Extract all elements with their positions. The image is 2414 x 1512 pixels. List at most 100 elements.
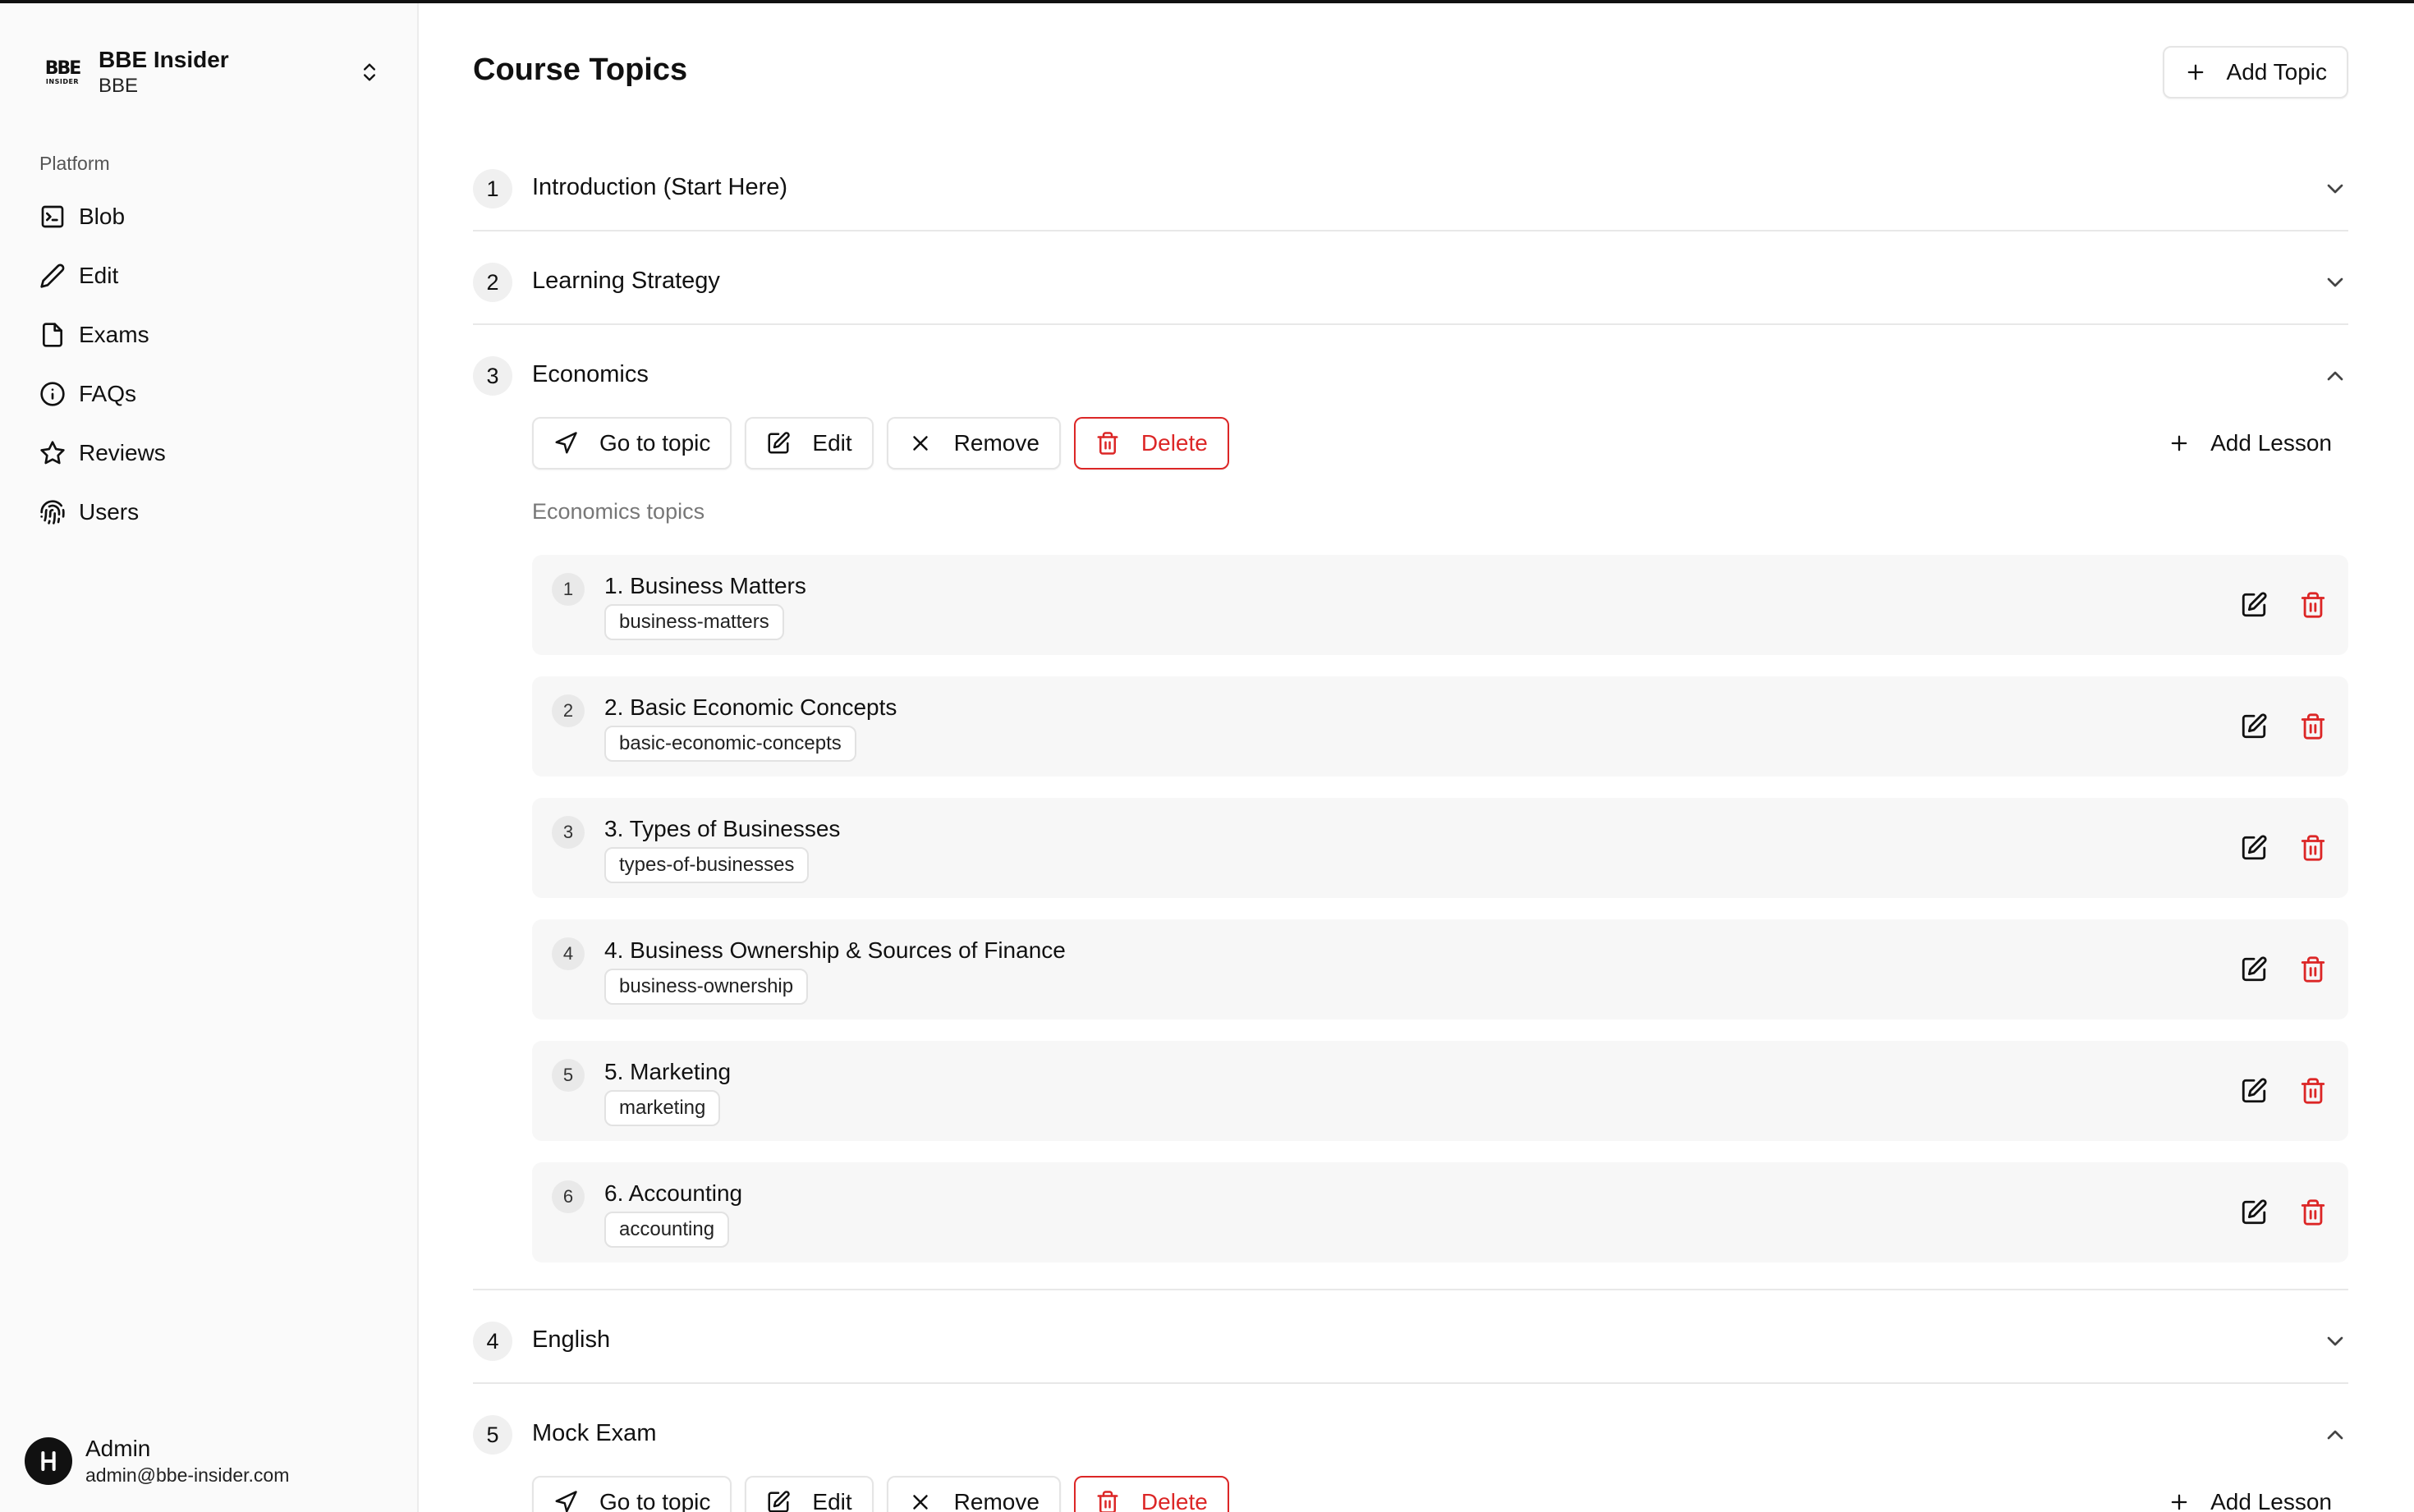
- sidebar-item-label: Exams: [79, 322, 149, 347]
- page-title: Course Topics: [473, 53, 688, 87]
- topic-number: 2: [473, 263, 512, 302]
- add-topic-button[interactable]: Add Topic: [2162, 46, 2348, 99]
- edit-topic-button[interactable]: Edit: [745, 417, 874, 470]
- trash-icon[interactable]: [2299, 955, 2327, 983]
- lesson-slug-badge: business-matters: [604, 604, 784, 640]
- user-menu[interactable]: Admin admin@bbe-insider.com: [25, 1435, 289, 1487]
- lesson-title: 3. Types of Businesses: [604, 816, 841, 841]
- lesson-title: 5. Marketing: [604, 1059, 732, 1084]
- navigation-icon: [555, 432, 577, 454]
- topic-header[interactable]: 1 Introduction (Start Here): [473, 138, 2348, 231]
- lesson-slug-badge: types-of-businesses: [604, 847, 810, 883]
- trash-icon: [1097, 1491, 1118, 1512]
- edit-topic-button[interactable]: Edit: [745, 1476, 874, 1512]
- topic-header[interactable]: 5 Mock Exam: [473, 1384, 2348, 1478]
- remove-topic-button[interactable]: Remove: [886, 1476, 1061, 1512]
- add-lesson-button[interactable]: Add Lesson: [2168, 1476, 2332, 1512]
- lesson-slug-badge: accounting: [604, 1212, 730, 1248]
- topic-item-expanded: 5 Mock Exam Go to topic Edit Remove Dele…: [473, 1384, 2348, 1512]
- sidebar-item-label: Reviews: [79, 440, 166, 465]
- topic-title: Introduction (Start Here): [532, 174, 788, 200]
- topic-number: 1: [473, 169, 512, 208]
- topic-title: English: [532, 1326, 611, 1353]
- topic-actions: Go to topic Edit Remove Delete: [532, 417, 1242, 470]
- trash-icon[interactable]: [2299, 834, 2327, 862]
- user-email: admin@bbe-insider.com: [85, 1464, 290, 1486]
- sidebar-item-faqs[interactable]: FAQs: [26, 364, 392, 424]
- chevron-up-icon[interactable]: [2322, 363, 2348, 389]
- remove-topic-button[interactable]: Remove: [886, 417, 1061, 470]
- chevron-down-icon[interactable]: [2322, 1328, 2348, 1354]
- team-switcher[interactable]: BBE INSIDER BBE Insider BBE: [39, 43, 384, 102]
- topic-item: 2 Learning Strategy: [473, 231, 2348, 325]
- sidebar-item-label: Edit: [79, 263, 119, 288]
- lesson-title: 6. Accounting: [604, 1180, 743, 1206]
- plus-icon: [2171, 1494, 2187, 1510]
- brand-subtitle: BBE: [99, 75, 139, 97]
- topic-item: 1 Introduction (Start Here): [473, 138, 2348, 231]
- fingerprint-icon: [40, 500, 65, 525]
- lesson-number: 5: [552, 1059, 585, 1092]
- go-to-topic-button[interactable]: Go to topic: [532, 1476, 732, 1512]
- lesson-number: 3: [552, 816, 585, 849]
- chevron-down-icon[interactable]: [2322, 176, 2348, 202]
- plus-icon: [2171, 435, 2187, 451]
- topic-item: 4 English: [473, 1290, 2348, 1384]
- lesson-number: 2: [552, 694, 585, 727]
- lesson-row: 6 6. Accounting accounting: [532, 1162, 2348, 1262]
- square-pen-icon[interactable]: [2240, 1077, 2268, 1105]
- sidebar-item-edit[interactable]: Edit: [26, 246, 392, 305]
- square-pen-icon[interactable]: [2240, 1198, 2268, 1226]
- terminal-icon: [41, 205, 64, 228]
- main-content: Course Topics Add Topic 1 Introduction (…: [473, 0, 2348, 1512]
- info-icon: [40, 382, 65, 406]
- topic-item-expanded: 3 Economics Go to topic Edit Remove Dele…: [473, 325, 2348, 1290]
- square-pen-icon[interactable]: [2240, 834, 2268, 862]
- chevrons-up-down-icon[interactable]: [355, 57, 384, 87]
- sidebar-item-label: Blob: [79, 204, 126, 229]
- trash-icon[interactable]: [2299, 1077, 2327, 1105]
- lesson-row: 3 3. Types of Businesses types-of-busine…: [532, 798, 2348, 898]
- square-pen-icon[interactable]: [2240, 712, 2268, 740]
- x-icon: [912, 1495, 928, 1510]
- lesson-title: 2. Basic Economic Concepts: [604, 694, 897, 720]
- x-icon: [912, 436, 928, 451]
- square-pen-icon[interactable]: [2240, 955, 2268, 983]
- add-lesson-button[interactable]: Add Lesson: [2168, 417, 2332, 470]
- delete-topic-button[interactable]: Delete: [1073, 1476, 1229, 1512]
- topic-header[interactable]: 4 English: [473, 1290, 2348, 1384]
- sidebar-item-users[interactable]: Users: [26, 483, 392, 542]
- lesson-slug-badge: marketing: [604, 1090, 721, 1126]
- sidebar-item-blob[interactable]: Blob: [26, 187, 392, 246]
- trash-icon[interactable]: [2299, 1198, 2327, 1226]
- topic-title: Economics: [532, 361, 649, 387]
- square-pen-icon: [768, 432, 791, 454]
- lesson-slug-badge: business-ownership: [604, 969, 809, 1005]
- topic-header[interactable]: 3 Economics: [473, 325, 2348, 419]
- square-pen-icon: [768, 1491, 791, 1512]
- avatar: [25, 1437, 72, 1485]
- lesson-number: 6: [552, 1180, 585, 1213]
- lesson-number: 4: [552, 937, 585, 970]
- sidebar-item-reviews[interactable]: Reviews: [26, 424, 392, 483]
- topic-number: 4: [473, 1322, 512, 1361]
- sidebar-nav: Blob Edit Exams FAQs Reviews Users: [26, 187, 392, 542]
- lesson-row: 1 1. Business Matters business-matters: [532, 555, 2348, 655]
- topic-number: 3: [473, 356, 512, 396]
- pencil-icon: [40, 263, 65, 288]
- topic-title: Learning Strategy: [532, 268, 720, 294]
- topic-title: Mock Exam: [532, 1420, 657, 1446]
- delete-topic-button[interactable]: Delete: [1073, 417, 1229, 470]
- chevron-up-icon[interactable]: [2322, 1422, 2348, 1448]
- brand-logo: BBE INSIDER: [44, 57, 82, 85]
- topic-header[interactable]: 2 Learning Strategy: [473, 231, 2348, 325]
- trash-icon[interactable]: [2299, 712, 2327, 740]
- lesson-row: 4 4. Business Ownership & Sources of Fin…: [532, 919, 2348, 1019]
- chevron-down-icon[interactable]: [2322, 269, 2348, 296]
- trash-icon[interactable]: [2299, 591, 2327, 619]
- sidebar-item-exams[interactable]: Exams: [26, 305, 392, 364]
- go-to-topic-button[interactable]: Go to topic: [532, 417, 732, 470]
- lesson-number: 1: [552, 573, 585, 606]
- sidebar-item-label: FAQs: [79, 381, 137, 406]
- square-pen-icon[interactable]: [2240, 591, 2268, 619]
